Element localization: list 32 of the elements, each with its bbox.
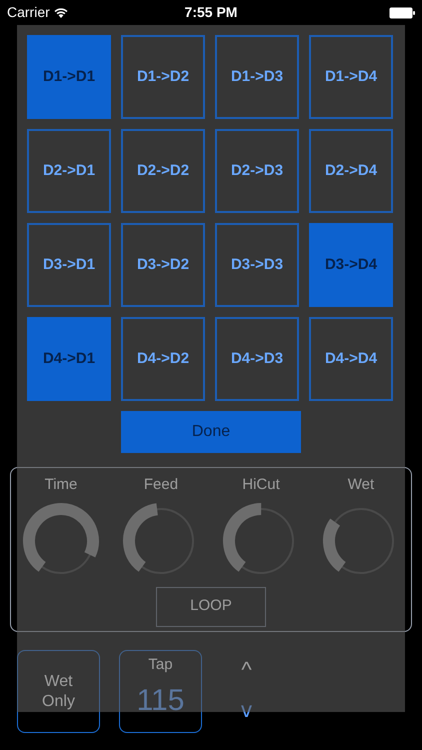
routing-cell[interactable]: D4->D2 <box>121 317 205 401</box>
routing-cell[interactable]: D2->D4 <box>309 129 393 213</box>
routing-cell[interactable]: D1->D3 <box>215 35 299 119</box>
up-arrow-button[interactable]: ^ <box>241 658 252 682</box>
knob-label: Feed <box>144 475 178 495</box>
routing-cell[interactable]: D4->D3 <box>215 317 299 401</box>
tempo-value: 115 <box>136 684 184 716</box>
routing-cell[interactable]: D3->D2 <box>121 223 205 307</box>
routing-cell[interactable]: D4->D1 <box>27 317 111 401</box>
routing-cell[interactable]: D2->D2 <box>121 129 205 213</box>
tap-label: Tap <box>148 655 173 675</box>
done-button[interactable]: Done <box>121 411 301 453</box>
carrier-label: Carrier <box>7 3 50 22</box>
knob-label: Wet <box>348 475 374 495</box>
tap-button[interactable]: Tap 115 <box>119 650 202 733</box>
wifi-icon <box>54 7 68 18</box>
routing-cell[interactable]: D2->D3 <box>215 129 299 213</box>
knob-label: HiCut <box>242 475 280 495</box>
routing-cell[interactable]: D3->D1 <box>27 223 111 307</box>
routing-cell[interactable]: D2->D1 <box>27 129 111 213</box>
knob-label: Time <box>44 475 78 495</box>
routing-cell[interactable]: D3->D3 <box>215 223 299 307</box>
battery-icon <box>388 6 415 18</box>
routing-cell[interactable]: D3->D4 <box>309 223 393 307</box>
routing-cell[interactable]: D1->D2 <box>121 35 205 119</box>
routing-cell[interactable]: D4->D4 <box>309 317 393 401</box>
loop-button[interactable]: LOOP <box>156 586 266 626</box>
down-arrow-button[interactable]: v <box>241 698 252 722</box>
clock-time: 7:55 PM <box>184 3 238 22</box>
routing-cell[interactable]: D1->D4 <box>309 35 393 119</box>
wet-only-button[interactable]: Wet Only <box>17 650 100 733</box>
routing-cell[interactable]: D1->D1 <box>27 35 111 119</box>
